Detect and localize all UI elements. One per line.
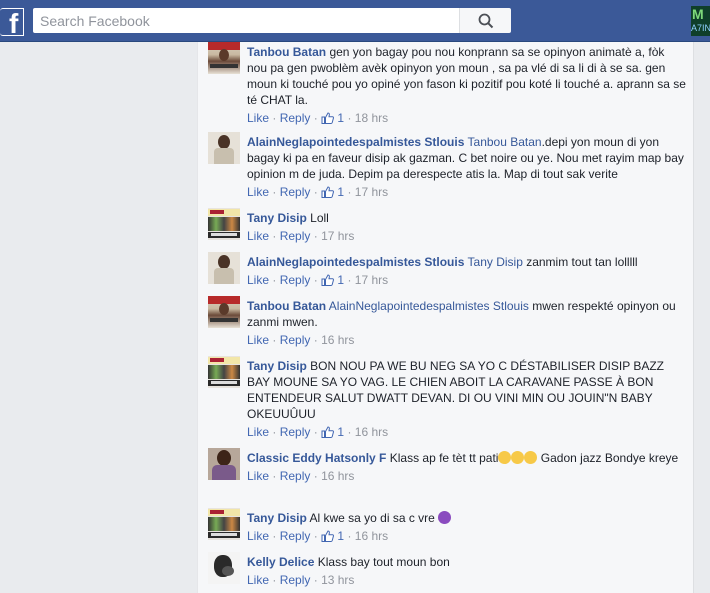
like-button[interactable]: Like (247, 185, 269, 199)
like-button[interactable]: Like (247, 425, 269, 439)
like-count[interactable]: 1 (337, 529, 344, 543)
reply-button[interactable]: Reply (280, 185, 311, 199)
mention-link[interactable]: AlainNeglapointedespalmistes Stlouis (329, 299, 529, 313)
comment-actions: Like · Reply · 1 · 16 hrs (247, 425, 389, 439)
comment-actions: Like · Reply · 1 · 17 hrs (247, 185, 389, 199)
like-button[interactable]: Like (247, 333, 269, 347)
comment-text: AlainNeglapointedespalmistes Stlouis Tan… (247, 135, 684, 181)
sponsored-thumbnail[interactable]: M A7IN (691, 6, 710, 36)
reply-button[interactable]: Reply (280, 529, 311, 543)
facebook-logo-icon[interactable]: f (0, 8, 24, 36)
comment-author[interactable]: Tany Disip (247, 211, 307, 225)
comment-timestamp[interactable]: 16 hrs (321, 469, 354, 483)
thumbs-up-icon[interactable] (321, 426, 335, 438)
comment-timestamp[interactable]: 16 hrs (355, 529, 388, 543)
comment-text: Tanbou Batan AlainNeglapointedespalmiste… (247, 299, 676, 329)
right-column (695, 42, 710, 593)
comment-text: Tany Disip BON NOU PA WE BU NEG SA YO C … (247, 359, 665, 421)
like-button[interactable]: Like (247, 573, 269, 587)
devil-emoji-icon (438, 511, 452, 524)
comment-actions: Like · Reply · 13 hrs (247, 573, 355, 587)
like-count[interactable]: 1 (337, 425, 344, 439)
comment-author[interactable]: Kelly Delice (247, 555, 314, 569)
like-count[interactable]: 1 (337, 273, 344, 287)
like-button[interactable]: Like (247, 273, 269, 287)
reply-button[interactable]: Reply (280, 573, 311, 587)
thumbs-up-icon[interactable] (321, 530, 335, 542)
comment-actions: Like · Reply · 1 · 18 hrs (247, 111, 389, 125)
comment-timestamp[interactable]: 17 hrs (321, 229, 354, 243)
like-count[interactable]: 1 (337, 111, 344, 125)
avatar[interactable] (208, 252, 240, 284)
comment-timestamp[interactable]: 18 hrs (355, 111, 388, 125)
like-button[interactable]: Like (247, 111, 269, 125)
mention-link[interactable]: Tanbou Batan (468, 135, 542, 149)
avatar[interactable] (208, 296, 240, 328)
search-icon (478, 13, 494, 29)
like-button[interactable]: Like (247, 229, 269, 243)
laughing-emoji-icon (511, 451, 525, 464)
comment-author[interactable]: AlainNeglapointedespalmistes Stlouis (247, 135, 464, 149)
comment-author[interactable]: Tany Disip (247, 511, 307, 525)
top-bar: f M A7IN (0, 0, 710, 42)
like-count[interactable]: 1 (337, 185, 344, 199)
comment-author[interactable]: Tany Disip (247, 359, 307, 373)
thumbs-up-icon[interactable] (321, 274, 335, 286)
comment-timestamp[interactable]: 17 hrs (355, 185, 388, 199)
comment-text: Tany Disip Loll (247, 211, 329, 225)
comment-actions: Like · Reply · 1 · 16 hrs (247, 529, 389, 543)
reply-button[interactable]: Reply (280, 469, 311, 483)
comment-actions: Like · Reply · 16 hrs (247, 333, 355, 347)
mention-link[interactable]: Tany Disip (468, 255, 523, 269)
comment-timestamp[interactable]: 16 hrs (355, 425, 388, 439)
comment-text: Tany Disip Al kwe sa yo di sa c vre (247, 510, 687, 526)
avatar[interactable] (208, 356, 240, 388)
comment-timestamp[interactable]: 17 hrs (355, 273, 388, 287)
comment-text: Kelly Delice Klass bay tout moun bon (247, 555, 450, 569)
comment-actions: Like · Reply · 17 hrs (247, 229, 355, 243)
reply-button[interactable]: Reply (280, 273, 311, 287)
comment-text: AlainNeglapointedespalmistes Stlouis Tan… (247, 255, 638, 269)
reply-button[interactable]: Reply (280, 229, 311, 243)
search-input[interactable] (33, 8, 433, 33)
comment-actions: Like · Reply · 16 hrs (247, 469, 355, 483)
thumbs-up-icon[interactable] (321, 112, 335, 124)
avatar[interactable] (208, 448, 240, 480)
reply-button[interactable]: Reply (280, 111, 311, 125)
grinning-emoji-icon (524, 451, 538, 464)
comment-actions: Like · Reply · 1 · 17 hrs (247, 273, 389, 287)
avatar[interactable] (208, 508, 240, 540)
avatar[interactable] (208, 208, 240, 240)
comment-timestamp[interactable]: 13 hrs (321, 573, 354, 587)
comment-author[interactable]: AlainNeglapointedespalmistes Stlouis (247, 255, 464, 269)
avatar[interactable] (208, 132, 240, 164)
comment-text: Classic Eddy Hatsonly F Klass ap fe tèt … (247, 451, 679, 465)
search-button[interactable] (459, 8, 511, 33)
like-button[interactable]: Like (247, 469, 269, 483)
grinning-emoji-icon (498, 451, 512, 464)
search-box (33, 8, 511, 33)
comment-author[interactable]: Tanbou Batan (247, 299, 326, 313)
reply-button[interactable]: Reply (280, 425, 311, 439)
comment-author[interactable]: Classic Eddy Hatsonly F (247, 451, 386, 465)
comments-panel: Tanbou Batan gen yon bagay pou nou konpr… (197, 42, 694, 593)
comment-text: Tanbou Batan gen yon bagay pou nou konpr… (247, 45, 686, 107)
thumbs-up-icon[interactable] (321, 186, 335, 198)
like-button[interactable]: Like (247, 529, 269, 543)
comment-author[interactable]: Tanbou Batan (247, 45, 326, 59)
reply-button[interactable]: Reply (280, 333, 311, 347)
avatar[interactable] (208, 552, 240, 584)
comment-timestamp[interactable]: 16 hrs (321, 333, 354, 347)
avatar[interactable] (208, 42, 240, 74)
